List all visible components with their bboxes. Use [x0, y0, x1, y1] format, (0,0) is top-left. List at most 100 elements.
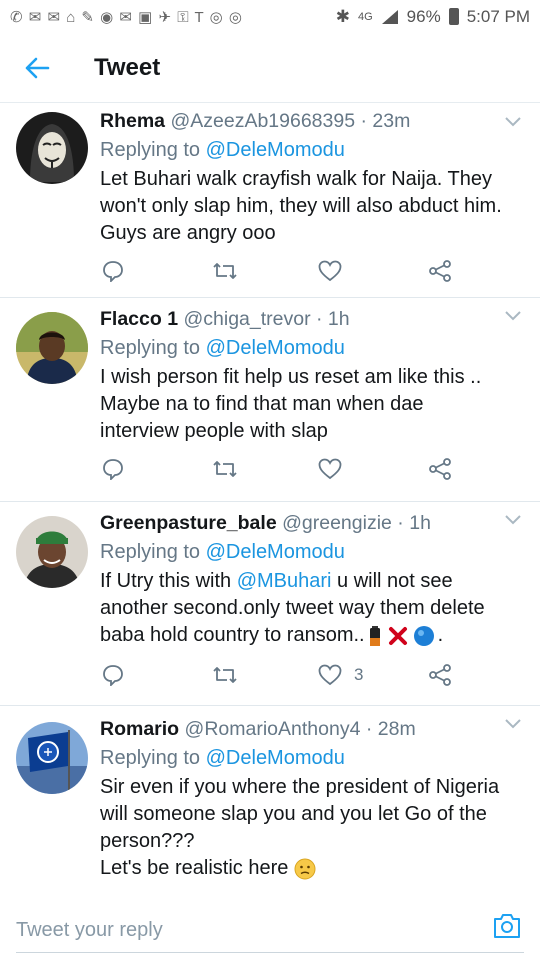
- tweet-header: Rhema @AzeezAb19668395 · 23m: [100, 108, 520, 134]
- display-name[interactable]: Greenpasture_bale: [100, 512, 277, 534]
- avatar[interactable]: [16, 112, 88, 184]
- display-name[interactable]: Romario: [100, 718, 179, 740]
- replying-to-label: Replying to: [100, 337, 201, 359]
- tweet-line: another second.only tweet way them delet…: [100, 597, 485, 619]
- tweet-text-fragment: If Utry this with: [100, 570, 237, 592]
- blue-circle-icon: [413, 625, 434, 646]
- share-icon: [429, 664, 451, 686]
- tweet-line: won't only slap him, they will also abdu…: [100, 195, 502, 217]
- battery-emoji-icon: [369, 625, 380, 646]
- replying-to-label: Replying to: [100, 541, 201, 563]
- like-button[interactable]: 3: [318, 664, 363, 686]
- retweet-button[interactable]: [212, 260, 238, 282]
- tweet-header: Greenpasture_bale @greengizie · 1h: [100, 510, 520, 536]
- tweet-text: I wish person fit help us reset am like …: [100, 364, 520, 445]
- reply-tweet[interactable]: Romario @RomarioAnthony4 · 28m Replying …: [0, 706, 540, 902]
- tweet-line: Sir even if you where the president of N…: [100, 776, 500, 798]
- mention-link[interactable]: @DeleMomodu: [206, 337, 345, 359]
- tweet-line: interview people with slap: [100, 420, 328, 442]
- share-button[interactable]: [428, 664, 452, 686]
- tweet-line: Let's be realistic here: [100, 855, 520, 882]
- user-handle[interactable]: @greengizie: [282, 512, 392, 534]
- retweet-icon: [213, 263, 237, 279]
- share-icon: [429, 260, 451, 282]
- reply-tweet[interactable]: Rhema @AzeezAb19668395 · 23m Replying to…: [0, 104, 540, 298]
- avatar[interactable]: [16, 722, 88, 794]
- reply-tweet[interactable]: Greenpasture_bale @greengizie · 1h Reply…: [0, 502, 540, 706]
- confused-face-emoji-icon: [294, 858, 316, 879]
- battery-icon: [448, 8, 459, 25]
- notification-icons: ✆ ✉ ✉ ⌂ ✎ ◉ ✉ ▣ ✈ ⚿ T ◎ ◎: [10, 8, 243, 26]
- reply-button[interactable]: [102, 260, 124, 282]
- like-button[interactable]: [318, 260, 354, 282]
- reply-input-underline: [16, 952, 524, 953]
- tweet-text: If Utry this with @MBuhari u will not se…: [100, 568, 520, 649]
- display-name[interactable]: Flacco 1: [100, 308, 178, 330]
- signal-icon: [381, 9, 398, 24]
- tweet-text: Sir even if you where the president of N…: [100, 774, 520, 882]
- tweet-line: will someone slap you and you let Go of …: [100, 803, 487, 825]
- replying-to: Replying to @DeleMomodu: [100, 744, 520, 772]
- retweet-button[interactable]: [212, 664, 238, 686]
- like-button[interactable]: [318, 458, 354, 480]
- tweet-line: person???: [100, 830, 195, 852]
- heart-icon: [318, 458, 342, 480]
- separator-dot: ·: [360, 110, 367, 132]
- retweet-icon: [213, 667, 237, 683]
- retweet-button[interactable]: [212, 458, 238, 480]
- replying-to-label: Replying to: [100, 139, 201, 161]
- timestamp: 28m: [377, 718, 416, 740]
- replying-to: Replying to @DeleMomodu: [100, 136, 520, 164]
- page-title: Tweet: [94, 53, 161, 81]
- display-name[interactable]: Rhema: [100, 110, 165, 132]
- network-indicator: 4G: [357, 10, 373, 23]
- replies-feed[interactable]: Rhema @AzeezAb19668395 · 23m Replying to…: [0, 104, 540, 902]
- period-text: .: [437, 624, 444, 646]
- tweet-line: If Utry this with @MBuhari u will not se…: [100, 568, 520, 595]
- clock: 5:07 PM: [466, 6, 530, 26]
- reply-button[interactable]: [102, 664, 124, 686]
- back-button[interactable]: [0, 57, 74, 79]
- retweet-icon: [213, 461, 237, 477]
- reply-icon: [103, 665, 123, 686]
- user-handle[interactable]: @AzeezAb19668395: [170, 110, 355, 132]
- reply-tweet[interactable]: Flacco 1 @chiga_trevor · 1h Replying to …: [0, 298, 540, 502]
- avatar[interactable]: [16, 312, 88, 384]
- separator-dot: ·: [316, 308, 323, 330]
- cross-mark-icon: [388, 626, 407, 645]
- tweet-text-fragment: baba hold country to ransom..: [100, 624, 365, 646]
- status-bar: ✆ ✉ ✉ ⌂ ✎ ◉ ✉ ▣ ✈ ⚿ T ◎ ◎ ✱ 4G 96% 5:07 …: [0, 0, 540, 33]
- tweet-actions: 3: [100, 664, 460, 690]
- tweet-text-fragment: u will not see: [331, 570, 453, 592]
- timestamp: 1h: [409, 512, 431, 534]
- back-arrow-icon: [25, 57, 50, 78]
- user-handle[interactable]: @RomarioAnthony4: [185, 718, 361, 740]
- tweet-line: Let Buhari walk crayfish walk for Naija.…: [100, 168, 493, 190]
- avatar[interactable]: [16, 516, 88, 588]
- camera-button[interactable]: [492, 912, 522, 945]
- mention-link[interactable]: @MBuhari: [237, 570, 332, 592]
- reply-button[interactable]: [102, 458, 124, 480]
- mention-link[interactable]: @DeleMomodu: [206, 747, 345, 769]
- reply-icon: [103, 459, 123, 480]
- tweet-line: Maybe na to find that man when dae: [100, 393, 424, 415]
- timestamp: 23m: [372, 110, 411, 132]
- reply-input[interactable]: [16, 912, 476, 948]
- tweet-header: Romario @RomarioAnthony4 · 28m: [100, 716, 520, 742]
- tweet-line: I wish person fit help us reset am like …: [100, 366, 482, 388]
- user-handle[interactable]: @chiga_trevor: [183, 308, 310, 330]
- timestamp: 1h: [327, 308, 350, 330]
- replying-to: Replying to @DeleMomodu: [100, 334, 520, 362]
- top-bar: Tweet: [0, 33, 540, 103]
- tweet-line: baba hold country to ransom.. .: [100, 622, 520, 649]
- tweet-text-fragment: Let's be realistic here: [100, 857, 289, 879]
- heart-icon: [318, 664, 342, 686]
- mention-link[interactable]: @DeleMomodu: [206, 541, 345, 563]
- share-button[interactable]: [428, 458, 452, 480]
- share-button[interactable]: [428, 260, 452, 282]
- share-icon: [429, 458, 451, 480]
- tweet-line: Guys are angry ooo: [100, 222, 276, 244]
- replying-to: Replying to @DeleMomodu: [100, 538, 520, 566]
- tweet-actions: [100, 458, 460, 484]
- mention-link[interactable]: @DeleMomodu: [206, 139, 345, 161]
